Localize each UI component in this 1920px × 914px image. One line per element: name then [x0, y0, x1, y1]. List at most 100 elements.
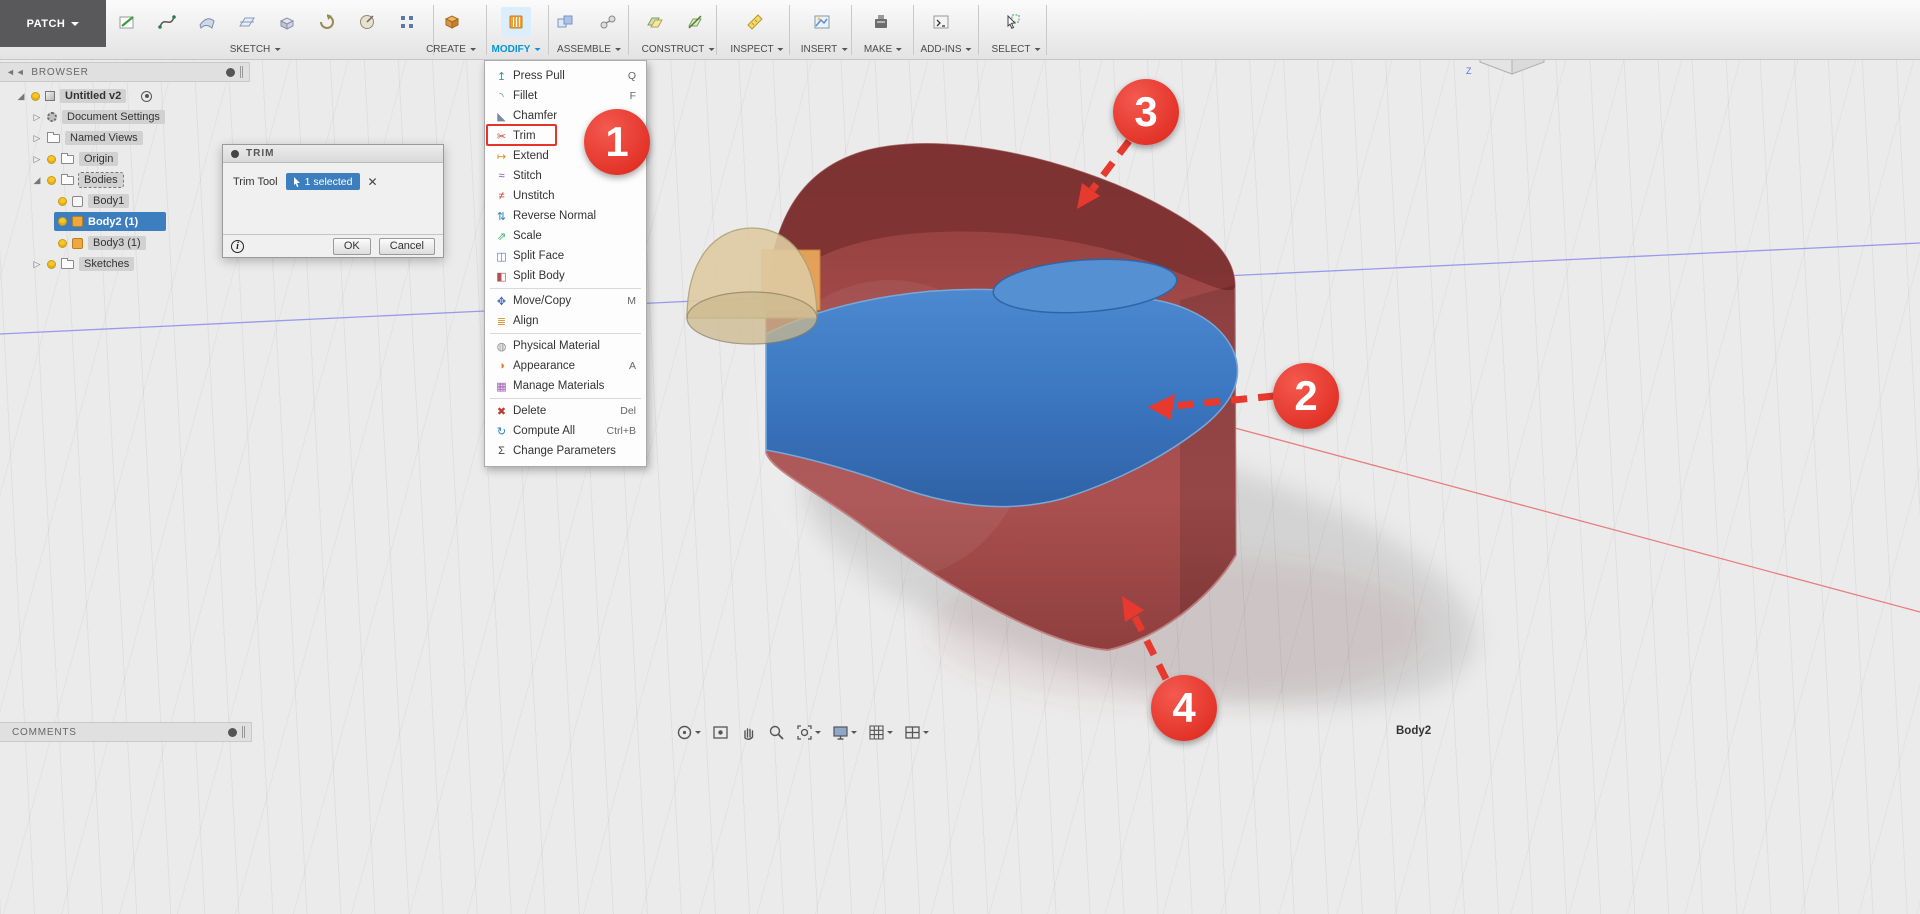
plane-icon[interactable]: [232, 7, 262, 37]
grid-snap-icon[interactable]: [866, 722, 895, 743]
visibility-bulb-icon[interactable]: [47, 155, 56, 164]
menu-item-manage-materials[interactable]: ▦Manage Materials: [485, 376, 646, 396]
collapsed-arrow-icon[interactable]: ▷: [32, 154, 42, 165]
tab-make[interactable]: MAKE: [864, 44, 902, 55]
row-label[interactable]: Bodies: [79, 173, 123, 187]
browser-row-body1[interactable]: Body1: [58, 191, 129, 211]
extrude-icon[interactable]: [272, 7, 302, 37]
fit-icon[interactable]: [794, 722, 823, 743]
menu-item-move-copy[interactable]: ✥Move/CopyM: [485, 291, 646, 311]
tab-select[interactable]: SELECT: [992, 44, 1041, 55]
display-settings-icon[interactable]: [830, 722, 859, 743]
browser-row-bodies[interactable]: ◢ Bodies: [32, 170, 123, 190]
collapsed-arrow-icon[interactable]: ▷: [32, 133, 42, 144]
construct-axis-icon[interactable]: [680, 7, 710, 37]
select-icon[interactable]: [997, 7, 1027, 37]
menu-item-press-pull[interactable]: ↥Press PullQ: [485, 66, 646, 86]
menu-item-split-body[interactable]: ◧Split Body: [485, 266, 646, 286]
root-label[interactable]: Untitled v2: [60, 89, 126, 103]
row-label[interactable]: Body1: [88, 194, 129, 208]
ok-button[interactable]: OK: [333, 238, 371, 255]
zoom-icon[interactable]: [766, 722, 787, 743]
collapsed-arrow-icon[interactable]: ▷: [32, 259, 42, 270]
pattern-icon[interactable]: [392, 7, 422, 37]
viewports-icon[interactable]: [902, 722, 931, 743]
visibility-bulb-icon[interactable]: [58, 217, 67, 226]
menu-item-delete[interactable]: ✖DeleteDel: [485, 401, 646, 421]
trim-dialog-header[interactable]: TRIM: [223, 145, 443, 163]
row-label[interactable]: Body3 (1): [88, 236, 146, 250]
modify-group-icon[interactable]: [501, 7, 531, 37]
menu-item-change-parameters[interactable]: ΣChange Parameters: [485, 441, 646, 461]
tab-assemble[interactable]: ASSEMBLE: [557, 44, 621, 55]
browser-row-origin[interactable]: ▷ Origin: [32, 149, 118, 169]
construct-plane-icon[interactable]: [640, 7, 670, 37]
sweep-icon[interactable]: [352, 7, 382, 37]
patch-icon[interactable]: [192, 7, 222, 37]
menu-item-compute-all[interactable]: ↻Compute AllCtrl+B: [485, 421, 646, 441]
collapse-panel-icon[interactable]: ◄◄: [0, 67, 31, 77]
comments-bar[interactable]: COMMENTS: [0, 722, 252, 742]
tab-construct[interactable]: CONSTRUCT: [642, 44, 715, 55]
pan-icon[interactable]: [738, 722, 759, 743]
tab-create[interactable]: CREATE: [426, 44, 476, 55]
browser-row-named-views[interactable]: ▷ Named Views: [32, 128, 143, 148]
tab-sketch[interactable]: SKETCH: [230, 44, 281, 55]
menu-item-unstitch[interactable]: ≠Unstitch: [485, 186, 646, 206]
browser-row-document-settings[interactable]: ▷ Document Settings: [32, 107, 165, 127]
row-label[interactable]: Body2 (1): [88, 216, 138, 228]
panel-grip[interactable]: [242, 726, 245, 738]
menu-item-reverse-normal[interactable]: ⇅Reverse Normal: [485, 206, 646, 226]
row-label[interactable]: Sketches: [79, 257, 134, 271]
browser-header[interactable]: ◄◄ BROWSER: [0, 62, 250, 82]
browser-row-body3[interactable]: Body3 (1): [58, 233, 146, 253]
visibility-bulb-icon[interactable]: [47, 260, 56, 269]
joint-icon[interactable]: [593, 7, 623, 37]
create-sketch-icon[interactable]: [112, 7, 142, 37]
look-at-icon[interactable]: [710, 722, 731, 743]
orbit-icon[interactable]: [674, 722, 703, 743]
row-label[interactable]: Document Settings: [62, 110, 165, 124]
menu-item-fillet[interactable]: ◝FilletF: [485, 86, 646, 106]
tab-add-ins[interactable]: ADD-INS: [920, 44, 971, 55]
workspace-switcher[interactable]: PATCH: [0, 0, 106, 47]
visibility-bulb-icon[interactable]: [58, 239, 67, 248]
spline-icon[interactable]: [152, 7, 182, 37]
expanded-arrow-icon[interactable]: ◢: [16, 91, 26, 102]
new-component-icon[interactable]: [550, 7, 580, 37]
panel-pin-icon[interactable]: [226, 68, 235, 77]
menu-item-split-face[interactable]: ◫Split Face: [485, 246, 646, 266]
clear-selection-icon[interactable]: ✕: [368, 175, 378, 189]
row-label[interactable]: Named Views: [65, 131, 143, 145]
browser-row-root[interactable]: ◢ Untitled v2: [16, 86, 152, 106]
browser-row-body2[interactable]: Body2 (1): [0, 212, 250, 232]
row-label[interactable]: Origin: [79, 152, 118, 166]
expanded-arrow-icon[interactable]: ◢: [32, 175, 42, 186]
visibility-bulb-icon[interactable]: [47, 176, 56, 185]
selection-badge[interactable]: 1 selected: [286, 173, 360, 190]
tab-inspect[interactable]: INSPECT: [730, 44, 783, 55]
cancel-button[interactable]: Cancel: [379, 238, 435, 255]
tab-insert[interactable]: INSERT: [801, 44, 848, 55]
revolve-icon[interactable]: [312, 7, 342, 37]
visibility-bulb-icon[interactable]: [58, 197, 67, 206]
insert-canvas-icon[interactable]: [807, 7, 837, 37]
tab-modify[interactable]: MODIFY: [492, 44, 541, 55]
info-icon[interactable]: i: [231, 240, 244, 253]
panel-grip[interactable]: [240, 66, 243, 78]
create-box-icon[interactable]: [437, 7, 467, 37]
measure-icon[interactable]: [740, 7, 770, 37]
activate-component-icon[interactable]: [141, 91, 152, 102]
menu-item-scale[interactable]: ⇗Scale: [485, 226, 646, 246]
visibility-bulb-icon[interactable]: [31, 92, 40, 101]
browser-row-sketches[interactable]: ▷ Sketches: [32, 254, 134, 274]
collapsed-arrow-icon[interactable]: ▷: [32, 112, 42, 123]
scripts-addins-icon[interactable]: [926, 7, 956, 37]
menu-item-appearance[interactable]: ◑AppearanceA: [485, 356, 646, 376]
toolbar-separator: [628, 5, 629, 55]
menu-item-align[interactable]: ≣Align: [485, 311, 646, 331]
3d-print-icon[interactable]: [866, 7, 896, 37]
selected-row-highlight[interactable]: Body2 (1): [54, 212, 166, 231]
menu-item-physical-material[interactable]: ◍Physical Material: [485, 336, 646, 356]
comments-toggle-icon[interactable]: [228, 728, 237, 737]
